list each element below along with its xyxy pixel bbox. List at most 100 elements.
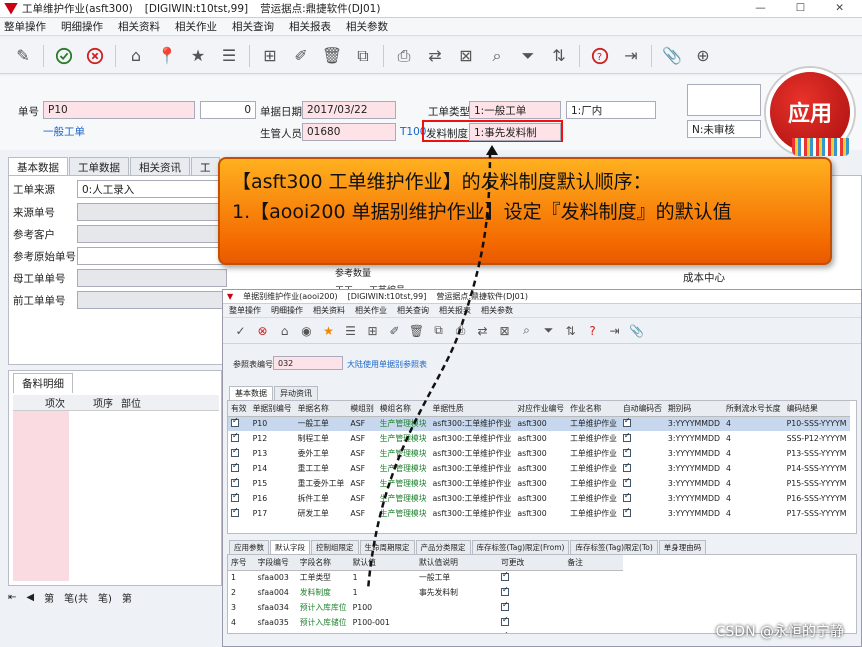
tab-related[interactable]: 相关资讯 — [130, 157, 190, 175]
exit-icon[interactable]: ⇥ — [620, 45, 642, 67]
menu-item[interactable]: 明细操作 — [61, 19, 103, 34]
prev-order-field[interactable] — [77, 291, 227, 309]
subtab[interactable]: 默认字段 — [270, 540, 310, 554]
menu-item[interactable]: 相关资料 — [118, 19, 160, 34]
editable-cell[interactable] — [498, 600, 564, 615]
confirm-icon[interactable]: ✓ — [233, 323, 248, 338]
checkbox[interactable] — [622, 431, 631, 442]
auto-code-cell[interactable] — [620, 446, 665, 461]
attach-icon[interactable]: 📎 — [661, 45, 683, 67]
ref-customer-field[interactable] — [77, 225, 227, 243]
filter-icon[interactable]: ⏷ — [541, 323, 556, 338]
tab-more[interactable]: 工 — [191, 157, 220, 175]
add-icon[interactable]: ⊞ — [259, 45, 281, 67]
sort-icon[interactable]: ⇅ — [548, 45, 570, 67]
checkbox[interactable] — [622, 476, 631, 487]
subtab[interactable]: 应用参数 — [229, 540, 269, 554]
auto-code-cell[interactable] — [620, 461, 665, 476]
auto-code-cell[interactable] — [620, 491, 665, 506]
checkbox[interactable] — [622, 461, 631, 472]
maximize-icon[interactable]: ☐ — [796, 2, 805, 14]
valid-cell[interactable] — [228, 491, 250, 506]
plant-select[interactable]: 1:厂内 — [566, 101, 656, 119]
filter-icon[interactable]: ⏷ — [517, 45, 539, 67]
menu-item[interactable]: 相关报表 — [289, 19, 331, 34]
search-icon[interactable]: ⌕ — [486, 45, 508, 67]
col-header[interactable]: 单据别编号 — [249, 401, 295, 417]
param-field[interactable]: 032 — [273, 356, 343, 370]
checkbox[interactable] — [231, 491, 239, 502]
checkbox[interactable] — [231, 461, 239, 472]
prev-page-icon[interactable]: ◀ — [26, 592, 34, 603]
issue-rule-select[interactable]: 1:事先发料制 — [469, 123, 561, 141]
table-row[interactable]: 3 sfaa034 预计入库库位 P100 — [228, 600, 623, 615]
exit-icon[interactable]: ⇥ — [607, 323, 622, 338]
source-no-field[interactable] — [77, 203, 227, 221]
subtab[interactable]: 单身理由码 — [658, 540, 707, 554]
col-header[interactable]: 期别码 — [664, 401, 723, 417]
valid-cell[interactable] — [228, 506, 250, 521]
first-record-icon[interactable]: ⇤ — [8, 592, 16, 603]
menu-item[interactable]: 相关作业 — [175, 19, 217, 34]
checkbox[interactable] — [231, 416, 239, 427]
confirm-icon[interactable] — [53, 45, 75, 67]
star-icon[interactable]: ★ — [187, 45, 209, 67]
modify-icon[interactable]: ✐ — [290, 45, 312, 67]
sort-icon[interactable]: ⇅ — [563, 323, 578, 338]
valid-cell[interactable] — [228, 416, 250, 431]
tab-order[interactable]: 工单数据 — [69, 157, 129, 175]
edit-icon[interactable]: ✎ — [12, 45, 34, 67]
owner-field[interactable]: 01680 — [302, 123, 396, 141]
checkbox[interactable] — [231, 431, 239, 442]
star-icon[interactable]: ★ — [321, 323, 336, 338]
parent-order-field[interactable] — [77, 269, 227, 287]
col-header[interactable]: 备注 — [564, 555, 623, 571]
help-icon[interactable]: ? — [589, 45, 611, 67]
tab-basic[interactable]: 基本数据 — [8, 157, 68, 175]
doc-no-field[interactable]: P10 — [43, 101, 195, 119]
checkbox[interactable] — [622, 506, 631, 517]
checkbox[interactable] — [500, 630, 509, 633]
inner-tab-basic[interactable]: 基本数据 — [229, 386, 273, 400]
doc-date-field[interactable]: 2017/03/22 — [302, 101, 396, 119]
location-icon[interactable]: 📍 — [156, 45, 178, 67]
sync-icon[interactable]: ⇄ — [424, 45, 446, 67]
auto-code-cell[interactable] — [619, 416, 665, 431]
ref-orig-no-field[interactable] — [77, 247, 227, 265]
table-row[interactable]: 5sfaa036预计入库批号 — [228, 630, 623, 633]
col-header[interactable]: 所剩流水号长度 — [722, 401, 784, 417]
source-select[interactable]: 0:人工录入 — [77, 180, 227, 198]
menu-item[interactable]: 相关参数 — [346, 19, 388, 34]
table-row[interactable]: 4 sfaa035 预计入库储位 P100-001 — [228, 615, 623, 630]
col-header[interactable]: 自动编码否 — [619, 401, 665, 417]
close-icon[interactable]: ✕ — [835, 2, 844, 14]
location-icon[interactable]: ◉ — [299, 323, 314, 338]
editable-cell[interactable] — [498, 630, 564, 633]
seq-field[interactable]: 0 — [200, 101, 256, 119]
valid-cell[interactable] — [228, 446, 250, 461]
col-header[interactable]: 编码结果 — [783, 401, 850, 417]
delete-icon[interactable]: 🗑 — [321, 45, 343, 67]
valid-cell[interactable] — [228, 461, 250, 476]
menu-item[interactable]: 相关查询 — [232, 19, 274, 34]
valid-cell[interactable] — [228, 476, 250, 491]
attach-icon[interactable]: 📎 — [629, 323, 644, 338]
help-icon[interactable]: ? — [585, 323, 600, 338]
checkbox[interactable] — [231, 446, 239, 457]
auto-code-cell[interactable] — [620, 431, 665, 446]
cancel-icon[interactable] — [84, 45, 106, 67]
inner-menu-item[interactable]: 明细操作 — [271, 305, 303, 316]
auto-code-cell[interactable] — [620, 476, 665, 491]
valid-cell[interactable] — [228, 431, 250, 446]
inner-tab-audit[interactable]: 异动资讯 — [274, 386, 318, 400]
editable-cell[interactable] — [498, 615, 564, 630]
col-header[interactable]: 字段编号 — [254, 555, 297, 571]
checkbox[interactable] — [500, 615, 509, 626]
menu-item[interactable]: 整单操作 — [4, 19, 46, 34]
list-icon[interactable]: ☰ — [218, 45, 240, 67]
home-icon[interactable]: ⌂ — [125, 45, 147, 67]
subtab[interactable]: 库存标签(Tag)限定(To) — [570, 540, 658, 554]
checkbox[interactable] — [622, 491, 631, 502]
cancel-icon[interactable]: ⊗ — [255, 323, 270, 338]
checkbox[interactable] — [500, 600, 509, 611]
